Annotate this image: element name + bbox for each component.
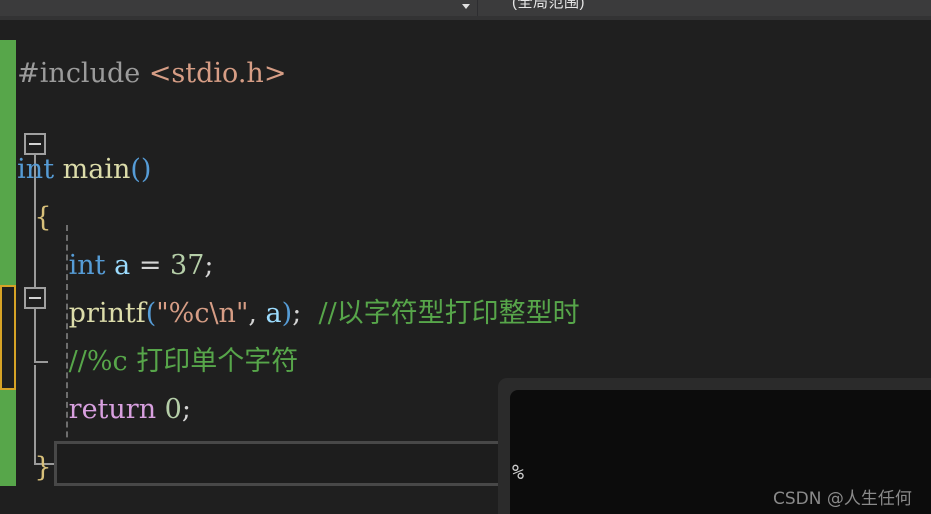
line-main[interactable]: int main() (0, 146, 151, 194)
line-open-brace[interactable]: { (0, 194, 52, 242)
chevron-down-icon[interactable] (459, 0, 473, 14)
csdn-watermark: CSDN @人生任何 (773, 489, 912, 509)
line-include[interactable]: #include <stdio.h> (0, 50, 286, 98)
code-token: ; (204, 250, 214, 281)
code-token: { (0, 202, 52, 233)
code-token: } (0, 452, 52, 483)
navigation-bar-scope-combo[interactable] (0, 0, 478, 16)
line-comment[interactable]: //%c 打印单个字符 (0, 338, 299, 386)
code-token: ; (181, 394, 191, 425)
line-close-brace[interactable]: } (0, 444, 52, 492)
code-token: 37 (170, 250, 205, 281)
code-token: 0 (164, 394, 182, 425)
code-token: , (248, 298, 266, 329)
code-token: printf (0, 298, 146, 329)
code-token: main (62, 154, 131, 185)
code-token: "%c\n" (156, 298, 249, 329)
code-token: //以字符型打印整型时 (301, 298, 580, 329)
line-decl[interactable]: int a = 37; (0, 242, 214, 290)
code-token: a (265, 298, 282, 329)
code-token: a (114, 250, 131, 281)
code-token: <stdio.h> (148, 58, 287, 89)
navigation-scope-label: (全局范围) (512, 0, 585, 11)
visual-studio-editor-screenshot: (全局范围) #include <stdio.h> int main() { i… (0, 0, 931, 514)
console-output-text: % (512, 460, 525, 484)
code-token: int (0, 154, 63, 185)
code-token: = (130, 250, 171, 281)
code-token: () (130, 154, 152, 185)
code-token: int (0, 250, 115, 281)
code-token: ( (145, 298, 157, 329)
code-token: //%c 打印单个字符 (0, 346, 299, 377)
line-return[interactable]: return 0; (0, 386, 191, 434)
code-token: #include (0, 58, 149, 89)
code-token: ; (292, 298, 302, 329)
code-token: return (0, 394, 165, 425)
line-printf[interactable]: printf("%c\n", a); //以字符型打印整型时 (0, 290, 580, 338)
code-token: ) (281, 298, 293, 329)
